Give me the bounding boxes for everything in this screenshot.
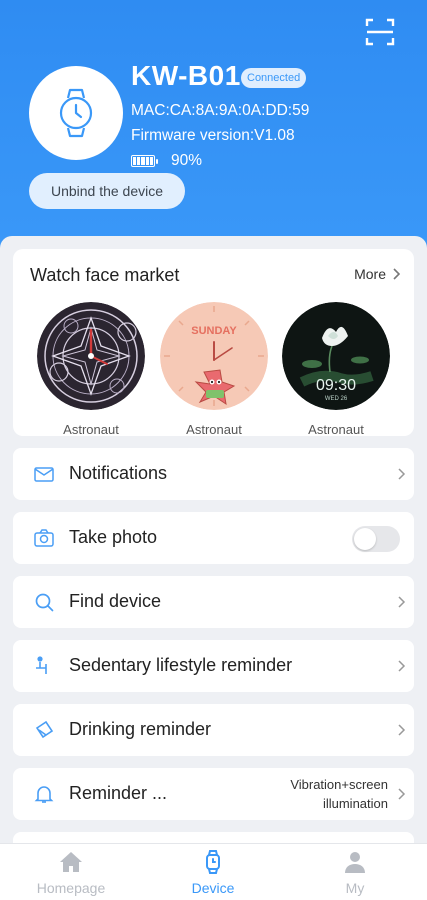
camera-icon (34, 529, 54, 547)
take-photo-row: Take photo (13, 512, 414, 564)
sedentary-reminder-row[interactable]: Sedentary lifestyle reminder (13, 640, 414, 692)
chevron-right-icon (398, 468, 406, 480)
watch-icon (59, 88, 93, 138)
more-button[interactable]: More (354, 266, 400, 282)
drink-icon (35, 720, 54, 739)
device-avatar (29, 66, 123, 160)
market-title: Watch face market (30, 265, 180, 285)
find-device-row[interactable]: Find device (13, 576, 414, 628)
bell-icon (34, 786, 54, 803)
reminder-mode-row[interactable]: Reminder ... Vibration+screen illuminati… (13, 768, 414, 820)
sedentary-reminder-label: Sedentary lifestyle reminder (69, 655, 293, 675)
watch-face-item[interactable]: 09:30 WED 26 Astronaut (282, 302, 390, 437)
drinking-reminder-row[interactable]: Drinking reminder (13, 704, 414, 756)
device-name: KW-B01 (131, 60, 241, 91)
device-content: Watch face market More Astronaut SUNDAY … (0, 236, 427, 856)
dial-day-text: SUNDAY (191, 325, 237, 337)
watch-icon (206, 850, 220, 874)
watch-face-item[interactable]: SUNDAY Astronaut (160, 302, 268, 437)
chevron-right-icon (398, 788, 406, 800)
unbind-device-button[interactable]: Unbind the device (29, 173, 185, 209)
take-photo-label: Take photo (69, 527, 158, 547)
home-icon (60, 852, 82, 872)
reminder-mode-label: Reminder ... (69, 783, 168, 803)
battery-level: 90% (171, 152, 203, 169)
tab-homepage[interactable]: Homepage (0, 850, 142, 896)
watch-face-label: Astronaut (186, 422, 242, 437)
device-header: KW-B01 Connected MAC:CA:8A:9A:0A:DD:59 F… (0, 0, 427, 250)
watch-face-market: Watch face market More Astronaut SUNDAY … (13, 249, 414, 437)
watch-face-item[interactable]: Astronaut (37, 302, 145, 437)
tab-my-label: My (345, 880, 365, 896)
magic-circle-dial-icon (37, 302, 145, 410)
tab-device-label: Device (191, 880, 235, 896)
chevron-right-icon (398, 724, 406, 736)
lotus-dial-icon: 09:30 WED 26 (282, 302, 390, 410)
firmware-version: Firmware version:V1.08 (131, 127, 295, 144)
tab-homepage-label: Homepage (36, 880, 106, 896)
tab-my[interactable]: My (284, 850, 426, 896)
take-photo-toggle[interactable] (352, 526, 400, 552)
watch-face-label: Astronaut (63, 422, 119, 437)
mac-address: MAC:CA:8A:9A:0A:DD:59 (131, 102, 310, 119)
bottom-tab-bar: Homepage Device My (0, 843, 427, 900)
drinking-reminder-label: Drinking reminder (69, 719, 212, 739)
sunday-starfish-dial-icon: SUNDAY (160, 302, 268, 410)
dial-time-text: 09:30 (316, 377, 356, 394)
scan-icon[interactable] (364, 16, 396, 48)
status-badge: Connected (241, 68, 307, 88)
chevron-right-icon (398, 660, 406, 672)
dial-date-text: WED 26 (325, 396, 348, 402)
notifications-row[interactable]: Notifications (13, 448, 414, 500)
watch-face-label: Astronaut (308, 422, 364, 437)
chevron-right-icon (393, 268, 400, 280)
toggle-knob (354, 528, 376, 550)
battery-status: 90% (131, 152, 202, 170)
find-device-label: Find device (69, 591, 162, 611)
tab-device[interactable]: Device (142, 850, 284, 896)
more-label: More (354, 266, 386, 282)
message-icon (34, 467, 54, 482)
sedentary-icon (36, 656, 47, 674)
chevron-right-icon (398, 596, 406, 608)
person-icon (345, 852, 365, 873)
battery-icon (131, 155, 158, 167)
reminder-mode-value: Vibration+screen illumination (290, 777, 388, 811)
search-icon (35, 593, 54, 612)
notifications-label: Notifications (69, 463, 168, 483)
